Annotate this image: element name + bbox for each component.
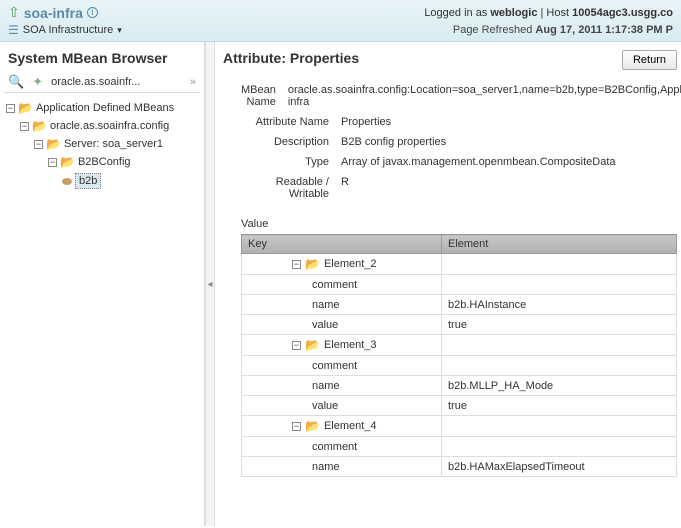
type-label: Type (241, 156, 341, 168)
stack-icon: ☰ (8, 23, 19, 37)
key-label: name (312, 461, 340, 473)
collapse-icon[interactable]: − (48, 158, 57, 167)
right-panel: Attribute: Properties Return MBean Nameo… (215, 42, 681, 526)
collapse-icon[interactable]: − (6, 104, 15, 113)
rw-label: Readable / Writable (241, 176, 341, 200)
element-value: true (442, 396, 677, 416)
tree-row-b2bconfig[interactable]: − 📂 B2BConfig (6, 153, 200, 171)
tree: − 📂 Application Defined MBeans − 📂 oracl… (4, 99, 200, 191)
element-value: b2b.HAMaxElapsedTimeout (442, 457, 677, 477)
table-row[interactable]: name b2b.MLLP_HA_Mode (242, 376, 677, 396)
chevron-right-icon[interactable]: » (190, 76, 196, 88)
return-button[interactable]: Return (622, 50, 677, 70)
element-value (442, 254, 677, 275)
collapse-icon[interactable]: − (292, 422, 301, 431)
rw-value: R (341, 176, 677, 200)
element-value (442, 437, 677, 457)
info-icon[interactable]: i (87, 7, 98, 18)
element-value (442, 275, 677, 295)
key-label: comment (312, 441, 357, 453)
folder-icon: 📂 (32, 119, 47, 133)
element-value (442, 416, 677, 437)
desc-label: Description (241, 136, 341, 148)
element-value (442, 335, 677, 356)
attr-name-label: Attribute Name (241, 116, 341, 128)
tree-row-server[interactable]: − 📂 Server: soa_server1 (6, 135, 200, 153)
table-row[interactable]: name b2b.HAMaxElapsedTimeout (242, 457, 677, 477)
tree-row-b2b[interactable]: b2b (6, 171, 200, 191)
table-row[interactable]: −📂 Element_4 (242, 416, 677, 437)
key-label: name (312, 299, 340, 311)
up-arrow-icon[interactable]: ⇧ (8, 4, 20, 21)
attr-name-value: Properties (341, 116, 677, 128)
login-info: Logged in as weblogic | Host 10054agc3.u… (424, 7, 673, 19)
infra-menu[interactable]: ☰ SOA Infrastructure ▾ (8, 23, 122, 37)
folder-icon: 📂 (305, 419, 320, 433)
panel-title: System MBean Browser (4, 50, 200, 66)
table-row[interactable]: comment (242, 356, 677, 376)
table-row[interactable]: −📂 Element_2 (242, 254, 677, 275)
binoculars-icon[interactable]: 🔍 (8, 74, 24, 90)
key-label: comment (312, 279, 357, 291)
tree-row-config[interactable]: − 📂 oracle.as.soainfra.config (6, 117, 200, 135)
folder-icon: 📂 (46, 137, 61, 151)
element-value: b2b.HAInstance (442, 295, 677, 315)
attribute-title: Attribute: Properties (223, 50, 359, 66)
element-value: true (442, 315, 677, 335)
key-label: comment (312, 360, 357, 372)
splitter-handle-icon: ◂ (207, 279, 212, 290)
collapse-icon[interactable]: − (292, 341, 301, 350)
key-label: Element_3 (324, 339, 377, 351)
bean-icon (62, 178, 72, 185)
left-panel: System MBean Browser 🔍 ✦ oracle.as.soain… (0, 42, 205, 526)
value-table: Key Element −📂Element_2commentnameb2b.HA… (241, 234, 677, 477)
col-key[interactable]: Key (242, 235, 442, 254)
breadcrumb[interactable]: oracle.as.soainfr... (51, 76, 140, 88)
refresh-info: Page Refreshed Aug 17, 2011 1:17:38 PM P (453, 24, 673, 36)
collapse-icon[interactable]: − (34, 140, 43, 149)
key-label: name (312, 380, 340, 392)
table-row[interactable]: name b2b.HAInstance (242, 295, 677, 315)
folder-icon: 📂 (305, 257, 320, 271)
chevron-down-icon: ▾ (117, 25, 122, 36)
value-label: Value (241, 218, 677, 230)
table-row[interactable]: −📂 Element_3 (242, 335, 677, 356)
table-row[interactable]: comment (242, 275, 677, 295)
tree-row-root[interactable]: − 📂 Application Defined MBeans (6, 99, 200, 117)
folder-icon: 📂 (305, 338, 320, 352)
table-row[interactable]: value true (242, 396, 677, 416)
element-value (442, 356, 677, 376)
wand-icon[interactable]: ✦ (32, 74, 43, 90)
key-label: value (312, 400, 338, 412)
mbean-name-label: MBean Name (241, 84, 288, 108)
collapse-icon[interactable]: − (20, 122, 29, 131)
folder-icon: 📂 (60, 155, 75, 169)
type-value: Array of javax.management.openmbean.Comp… (341, 156, 677, 168)
toolbar: 🔍 ✦ oracle.as.soainfr... » (4, 72, 200, 93)
key-label: value (312, 319, 338, 331)
folder-icon: 📂 (18, 101, 33, 115)
info-table: MBean Nameoracle.as.soainfra.config:Loca… (241, 80, 677, 204)
splitter[interactable]: ◂ (205, 42, 215, 526)
page-header: ⇧ soa-infra i Logged in as weblogic | Ho… (0, 0, 681, 42)
desc-value: B2B config properties (341, 136, 677, 148)
collapse-icon[interactable]: − (292, 260, 301, 269)
key-label: Element_2 (324, 258, 377, 270)
element-value: b2b.MLLP_HA_Mode (442, 376, 677, 396)
col-element[interactable]: Element (442, 235, 677, 254)
mbean-name-value: oracle.as.soainfra.config:Location=soa_s… (288, 84, 681, 108)
app-title[interactable]: soa-infra (24, 5, 83, 21)
table-row[interactable]: comment (242, 437, 677, 457)
key-label: Element_4 (324, 420, 377, 432)
table-row[interactable]: value true (242, 315, 677, 335)
